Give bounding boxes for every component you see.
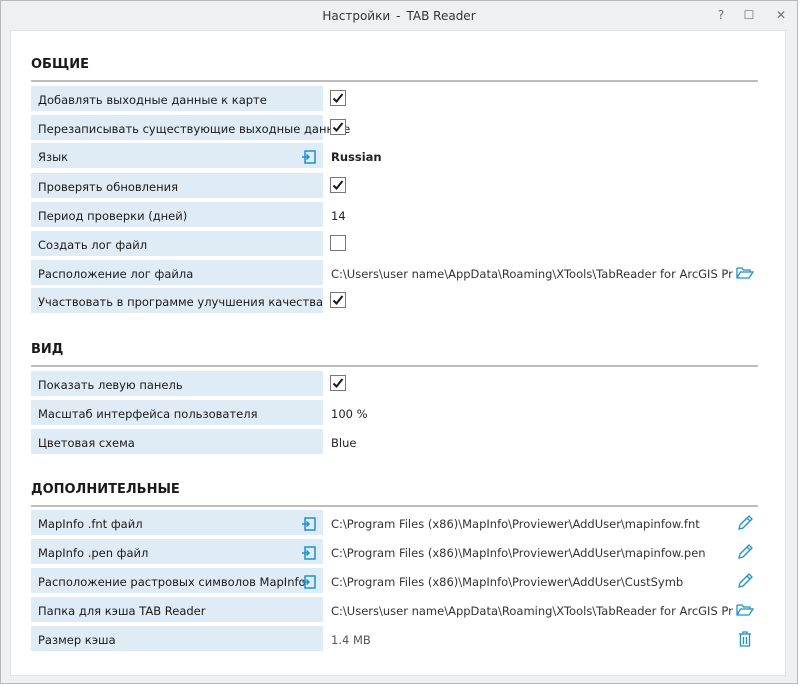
pencil-icon[interactable] bbox=[736, 515, 754, 531]
help-button[interactable]: ? bbox=[713, 7, 729, 23]
section-general-divider bbox=[31, 80, 758, 82]
checkmark-icon bbox=[332, 295, 344, 305]
overwrite-label: Перезаписывать существующие выходные дан… bbox=[38, 122, 351, 136]
overwrite-checkbox[interactable] bbox=[330, 119, 346, 135]
row-check-updates: Проверять обновления bbox=[31, 173, 758, 200]
row-check-period: Период проверки (дней) 14 bbox=[31, 202, 758, 229]
cache-size-value: 1.4 MB bbox=[331, 633, 371, 647]
row-fnt-file: MapInfo .fnt файл C:\Program Files (x86)… bbox=[31, 510, 758, 537]
section-general-title: ОБЩИЕ bbox=[31, 57, 89, 72]
row-raster-symbols: Расположение растровых символов MapInfo … bbox=[31, 568, 758, 595]
checkmark-icon bbox=[332, 93, 344, 103]
label-cell: Показать левую панель bbox=[31, 371, 323, 398]
check-period-label: Период проверки (дней) bbox=[38, 209, 188, 223]
raster-symbols-value[interactable]: C:\Program Files (x86)\MapInfo\Proviewer… bbox=[331, 575, 733, 589]
row-quality-program: Участвовать в программе улучшения качест… bbox=[31, 288, 758, 315]
label-cell: Папка для кэша TAB Reader bbox=[31, 597, 323, 624]
show-left-panel-label: Показать левую панель bbox=[38, 378, 183, 392]
reset-to-default-icon[interactable] bbox=[302, 517, 316, 531]
row-language: Язык Russian bbox=[31, 143, 758, 170]
cache-folder-value[interactable]: C:\Users\user name\AppData\Roaming\XTool… bbox=[331, 604, 733, 618]
row-ui-scale: Масштаб интерфейса пользователя 100 % bbox=[31, 400, 758, 427]
add-output-label: Добавлять выходные данные к карте bbox=[38, 93, 267, 107]
quality-program-label: Участвовать в программе улучшения качест… bbox=[38, 295, 324, 309]
label-cell: Цветовая схема bbox=[31, 429, 323, 456]
label-cell: Добавлять выходные данные к карте bbox=[31, 86, 323, 113]
pencil-icon[interactable] bbox=[736, 573, 754, 589]
check-period-value[interactable]: 14 bbox=[331, 209, 346, 223]
add-output-checkbox[interactable] bbox=[330, 90, 346, 106]
row-pen-file: MapInfo .pen файл C:\Program Files (x86)… bbox=[31, 539, 758, 566]
row-color-scheme: Цветовая схема Blue bbox=[31, 429, 758, 456]
label-cell: Расположение лог файла bbox=[31, 260, 323, 287]
pencil-icon[interactable] bbox=[736, 544, 754, 560]
check-updates-checkbox[interactable] bbox=[330, 177, 346, 193]
folder-open-icon[interactable] bbox=[736, 602, 754, 618]
ui-scale-value[interactable]: 100 % bbox=[331, 407, 368, 421]
label-cell: Проверять обновления bbox=[31, 173, 323, 200]
section-additional-divider bbox=[31, 505, 758, 507]
create-log-checkbox[interactable] bbox=[330, 235, 346, 251]
label-cell: MapInfo .fnt файл bbox=[31, 510, 323, 537]
fnt-file-label: MapInfo .fnt файл bbox=[38, 517, 143, 531]
maximize-button[interactable]: ☐ bbox=[741, 7, 757, 23]
language-label: Язык bbox=[38, 150, 69, 164]
title-bar: Настройки - TAB Reader ? ☐ ✕ bbox=[1, 1, 797, 31]
raster-symbols-label: Расположение растровых символов MapInfo bbox=[38, 575, 306, 589]
language-value[interactable]: Russian bbox=[331, 150, 382, 164]
row-show-left-panel: Показать левую панель bbox=[31, 371, 758, 398]
checkmark-icon bbox=[332, 180, 344, 190]
folder-open-icon[interactable] bbox=[736, 265, 754, 281]
reset-to-default-icon[interactable] bbox=[302, 575, 316, 589]
cache-size-label: Размер кэша bbox=[38, 633, 116, 647]
window-title: Настройки - TAB Reader bbox=[1, 9, 797, 23]
pen-file-label: MapInfo .pen файл bbox=[38, 546, 149, 560]
reset-to-default-icon[interactable] bbox=[302, 546, 316, 560]
label-cell: Язык bbox=[31, 143, 323, 170]
checkmark-icon bbox=[332, 378, 344, 388]
row-log-location: Расположение лог файла C:\Users\user nam… bbox=[31, 260, 758, 287]
reset-to-default-icon[interactable] bbox=[302, 150, 316, 164]
section-additional-title: ДОПОЛНИТЕЛЬНЫЕ bbox=[31, 482, 180, 497]
row-cache-size: Размер кэша 1.4 MB bbox=[31, 626, 758, 653]
label-cell: Участвовать в программе улучшения качест… bbox=[31, 288, 323, 315]
row-overwrite: Перезаписывать существующие выходные дан… bbox=[31, 115, 758, 142]
row-cache-folder: Папка для кэша TAB Reader C:\Users\user … bbox=[31, 597, 758, 624]
label-cell: Перезаписывать существующие выходные дан… bbox=[31, 115, 350, 142]
close-button[interactable]: ✕ bbox=[773, 7, 789, 23]
window-title-separator: - bbox=[396, 9, 401, 23]
color-scheme-label: Цветовая схема bbox=[38, 436, 135, 450]
label-cell: Расположение растровых символов MapInfo bbox=[31, 568, 323, 595]
row-create-log: Создать лог файл bbox=[31, 231, 758, 258]
pen-file-value[interactable]: C:\Program Files (x86)\MapInfo\Proviewer… bbox=[331, 546, 733, 560]
trash-icon[interactable] bbox=[736, 631, 754, 647]
fnt-file-value[interactable]: C:\Program Files (x86)\MapInfo\Proviewer… bbox=[331, 517, 733, 531]
cache-folder-label: Папка для кэша TAB Reader bbox=[38, 604, 206, 618]
label-cell: MapInfo .pen файл bbox=[31, 539, 323, 566]
label-cell: Масштаб интерфейса пользователя bbox=[31, 400, 323, 427]
check-updates-label: Проверять обновления bbox=[38, 180, 178, 194]
label-cell: Создать лог файл bbox=[31, 231, 323, 258]
show-left-panel-checkbox[interactable] bbox=[330, 375, 346, 391]
label-cell: Период проверки (дней) bbox=[31, 202, 323, 229]
section-view-divider bbox=[31, 365, 758, 367]
window-title-app: Настройки bbox=[322, 9, 391, 23]
window-title-name: TAB Reader bbox=[406, 9, 476, 23]
row-add-output: Добавлять выходные данные к карте bbox=[31, 86, 758, 113]
label-cell: Размер кэша bbox=[31, 626, 323, 653]
log-location-value[interactable]: C:\Users\user name\AppData\Roaming\XTool… bbox=[331, 267, 733, 281]
section-view-title: ВИД bbox=[31, 342, 64, 357]
checkmark-icon bbox=[332, 122, 344, 132]
color-scheme-value[interactable]: Blue bbox=[331, 436, 356, 450]
quality-program-checkbox[interactable] bbox=[330, 292, 346, 308]
log-location-label: Расположение лог файла bbox=[38, 267, 194, 281]
ui-scale-label: Масштаб интерфейса пользователя bbox=[38, 407, 258, 421]
create-log-label: Создать лог файл bbox=[38, 238, 148, 252]
